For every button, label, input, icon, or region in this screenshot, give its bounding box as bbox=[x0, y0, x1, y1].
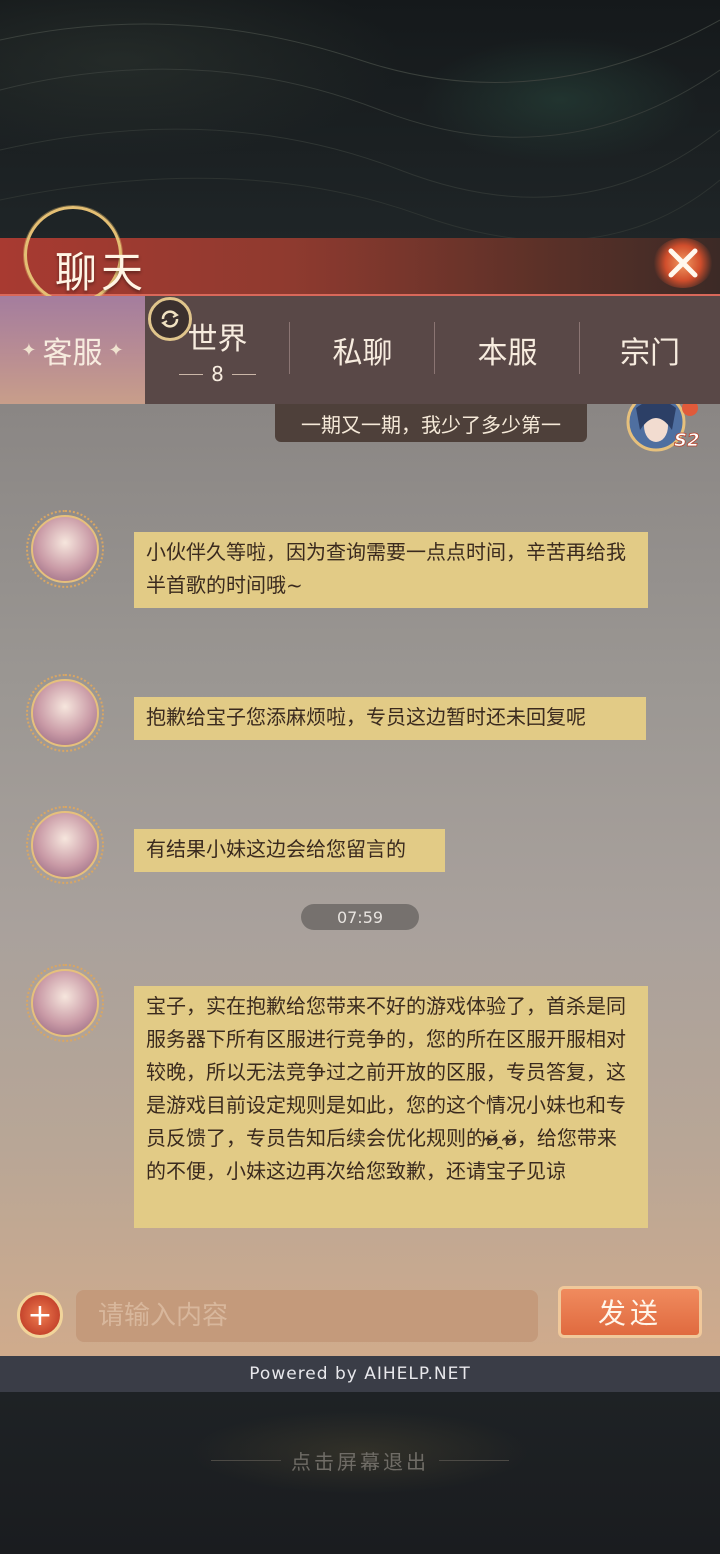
message-input[interactable] bbox=[76, 1290, 538, 1342]
send-button[interactable]: 发送 bbox=[558, 1286, 702, 1338]
tab-label: 本服 bbox=[477, 336, 538, 371]
agent-avatar bbox=[26, 806, 104, 884]
close-button[interactable] bbox=[648, 232, 718, 294]
top-backdrop bbox=[0, 0, 720, 240]
user-avatar[interactable]: S2 bbox=[612, 404, 704, 462]
refresh-icon bbox=[161, 310, 179, 328]
season-badge: S2 bbox=[674, 430, 700, 451]
diamond-icon: ✦ bbox=[21, 339, 37, 361]
powered-by: Powered by AIHELP.NET bbox=[0, 1356, 720, 1392]
tab-label: 私聊 bbox=[332, 336, 393, 371]
chat-bubble: 有结果小妹这边会给您留言的 bbox=[134, 829, 445, 872]
chat-tabs: ✦ 客服 ✦ 世界 8 私聊 本服 宗门 bbox=[0, 296, 720, 404]
page-title: 聊天 bbox=[55, 248, 148, 297]
input-bar: + 发送 bbox=[0, 1282, 720, 1356]
tab-sect[interactable]: 宗门 bbox=[580, 296, 720, 404]
chat-bubble: 抱歉给宝子您添麻烦啦，专员这边暂时还未回复呢 bbox=[134, 697, 646, 740]
tab-server[interactable]: 本服 bbox=[435, 296, 580, 404]
exit-hint[interactable]: 点击屏幕退出 bbox=[0, 1446, 720, 1475]
close-icon bbox=[668, 248, 698, 278]
chat-area[interactable]: 一期又一期，我少了多少第一 S2 小伙伴久等啦，因为查询需要一点点时间，辛苦再给… bbox=[0, 404, 720, 1356]
add-attachment-button[interactable]: + bbox=[17, 1292, 63, 1338]
tab-label: 世界 bbox=[187, 322, 248, 357]
tab-label: 宗门 bbox=[620, 336, 680, 371]
agent-avatar bbox=[26, 510, 104, 588]
tab-label: 客服 bbox=[42, 336, 103, 371]
chat-bubble: 小伙伴久等啦，因为查询需要一点点时间，辛苦再给我半首歌的时间哦~ bbox=[134, 532, 648, 608]
exit-hint-label: 点击屏幕退出 bbox=[291, 1450, 429, 1474]
agent-avatar bbox=[26, 964, 104, 1042]
diamond-icon: ✦ bbox=[108, 339, 124, 361]
chat-bubble: 宝子，实在抱歉给您带来不好的游戏体验了，首杀是同服务器下所有区服进行竞争的，您的… bbox=[134, 986, 648, 1228]
world-count: 8 bbox=[211, 362, 224, 386]
tab-customer-service[interactable]: ✦ 客服 ✦ bbox=[0, 296, 145, 404]
switch-channel-button[interactable] bbox=[148, 297, 192, 341]
timestamp: 07:59 bbox=[301, 904, 419, 930]
system-message: 一期又一期，我少了多少第一 bbox=[275, 404, 587, 442]
agent-avatar bbox=[26, 674, 104, 752]
tab-private[interactable]: 私聊 bbox=[290, 296, 435, 404]
